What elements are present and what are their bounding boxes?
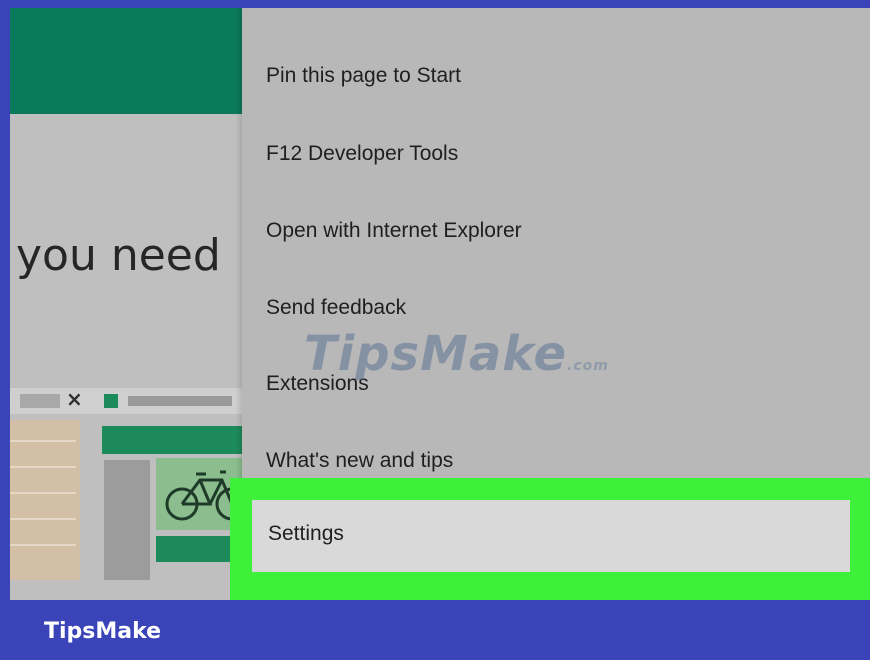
menu-item-open-with-ie[interactable]: Open with Internet Explorer: [266, 219, 522, 243]
illustration-sidebar-line: [10, 466, 76, 468]
browser-screen: you need × Pin this page to Start F12 De…: [10, 8, 870, 600]
illustration-tab-icon: [104, 394, 118, 408]
watermark-suffix: .com: [567, 358, 609, 374]
illustration-sidebar-line: [10, 518, 76, 520]
watermark-text: TipsMake: [304, 326, 568, 382]
menu-item-whats-new[interactable]: What's new and tips: [266, 449, 453, 473]
menu-item-send-feedback[interactable]: Send feedback: [266, 296, 406, 320]
page-header: [10, 8, 250, 114]
frame: you need × Pin this page to Start F12 De…: [0, 0, 870, 660]
settings-label: Settings: [268, 522, 344, 545]
close-icon: ×: [66, 387, 83, 411]
illustration-tab: [20, 394, 60, 408]
menu-item-developer-tools[interactable]: F12 Developer Tools: [266, 142, 458, 166]
watermark: TipsMake.com: [304, 326, 609, 382]
illustration-sidebar-line: [10, 492, 76, 494]
page-heading: you need: [16, 230, 221, 281]
menu-item-settings[interactable]: Settings: [252, 500, 850, 572]
illustration-sidebar-line: [10, 544, 76, 546]
illustration-tab-title: [128, 396, 232, 406]
illustration-sidebar-line: [10, 440, 76, 442]
menu-item-pin-to-start[interactable]: Pin this page to Start: [266, 64, 461, 88]
illustration-sidebar: [10, 420, 80, 580]
footer-brand: TipsMake: [44, 619, 162, 644]
illustration-panel: [104, 460, 150, 580]
illustration-banner: [102, 426, 250, 454]
